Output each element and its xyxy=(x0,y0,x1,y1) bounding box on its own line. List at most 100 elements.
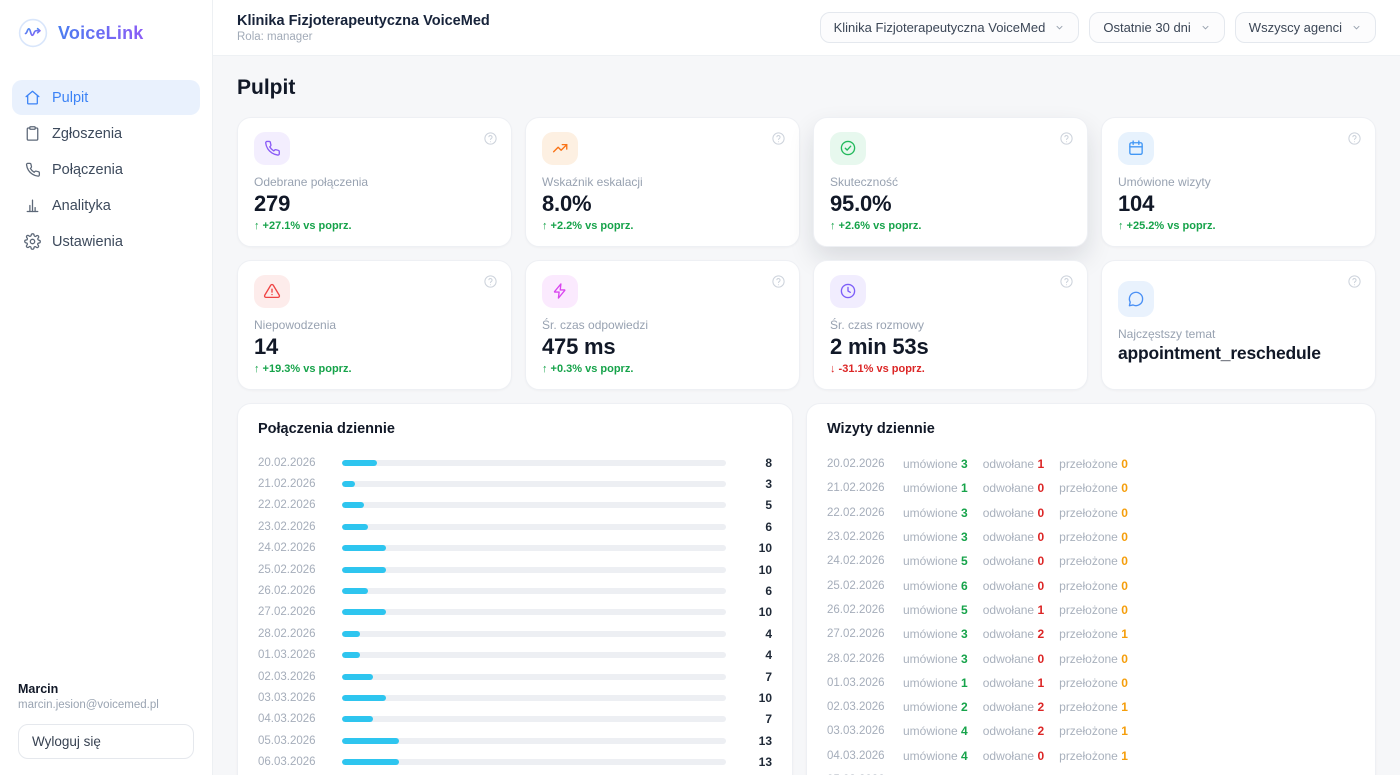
visit-stat-label: odwołane xyxy=(983,579,1034,593)
sidebar-item-pulpit[interactable]: Pulpit xyxy=(12,80,200,115)
visit-stat-value: 0 xyxy=(1037,579,1044,593)
visit-stat-label: przełożone xyxy=(1059,579,1118,593)
visit-stat-label: odwołane xyxy=(983,700,1034,714)
calls-row-value: 6 xyxy=(736,584,772,598)
help-icon[interactable] xyxy=(483,274,498,289)
calls-row-date: 23.02.2026 xyxy=(258,521,332,533)
calls-row-date: 24.02.2026 xyxy=(258,542,332,554)
calls-row-value: 7 xyxy=(736,712,772,726)
logout-button[interactable]: Wyloguj się xyxy=(18,724,194,759)
help-icon[interactable] xyxy=(771,274,786,289)
topbar-title-block: Klinika Fizjoterapeutyczna VoiceMed Rola… xyxy=(237,13,490,43)
visit-stat-umowione: umówione 1 xyxy=(903,676,968,690)
calls-row-value: 10 xyxy=(736,691,772,705)
sidebar-item-zgloszenia[interactable]: Zgłoszenia xyxy=(12,116,200,151)
clock-icon xyxy=(830,275,866,308)
sidebar-footer: Marcin marcin.jesion@voicemed.pl Wyloguj… xyxy=(12,682,200,759)
visit-stat-label: przełożone xyxy=(1059,652,1118,666)
calls-row-value: 13 xyxy=(736,734,772,748)
calls-row-date: 01.03.2026 xyxy=(258,649,332,661)
kpi-card-answered-calls: Odebrane połączenia279↑ +27.1% vs poprz. xyxy=(237,117,512,247)
sidebar-item-polaczenia[interactable]: Połączenia xyxy=(12,152,200,187)
visits-row-date: 02.03.2026 xyxy=(827,701,903,713)
visits-row-date: 04.03.2026 xyxy=(827,750,903,762)
filter-dropdown-date-range[interactable]: Ostatnie 30 dni xyxy=(1089,12,1224,43)
kpi-delta: ↑ +27.1% vs poprz. xyxy=(254,221,495,232)
visit-stat-value: 5 xyxy=(961,603,968,617)
calls-row-value: 6 xyxy=(736,520,772,534)
calls-row-date: 27.02.2026 xyxy=(258,606,332,618)
calls-bar xyxy=(342,759,399,765)
page-title: Pulpit xyxy=(237,76,1376,100)
visit-stat-label: umówione xyxy=(903,579,958,593)
visit-stat-value: 2 xyxy=(1037,627,1044,641)
calls-row-value: 10 xyxy=(736,541,772,555)
visit-stat-odwolane: odwołane 0 xyxy=(983,579,1044,593)
visit-stat-value: 0 xyxy=(1121,579,1128,593)
sidebar-item-analityka[interactable]: Analityka xyxy=(12,188,200,223)
visit-stat-value: 1 xyxy=(1121,627,1128,641)
help-icon[interactable] xyxy=(1059,131,1074,146)
calls-bar xyxy=(342,695,386,701)
kpi-label: Najczęstszy temat xyxy=(1118,328,1359,341)
visits-row: 20.02.2026umówione 3odwołane 1przełożone… xyxy=(827,452,1355,476)
arrow-up-icon: ↑ xyxy=(542,363,548,375)
calls-row: 24.02.2026 10 xyxy=(258,538,772,559)
filter-dropdown-agents[interactable]: Wszyscy agenci xyxy=(1235,12,1376,43)
kpi-label: Odebrane połączenia xyxy=(254,176,495,189)
visit-stat-label: odwołane xyxy=(983,603,1034,617)
help-icon[interactable] xyxy=(771,131,786,146)
calls-bar xyxy=(342,502,364,508)
calls-bar-track xyxy=(342,759,726,765)
main-area: Klinika Fizjoterapeutyczna VoiceMed Rola… xyxy=(213,0,1400,775)
visit-stat-umowione: umówione 5 xyxy=(903,554,968,568)
visit-stat-label: umówione xyxy=(903,724,958,738)
visit-stat-umowione: umówione 3 xyxy=(903,530,968,544)
visit-stat-label: umówione xyxy=(903,530,958,544)
sidebar-nav: Pulpit Zgłoszenia PołączeniaAnalityka Ustaw… xyxy=(12,80,200,259)
sidebar-item-label: Ustawienia xyxy=(52,234,123,250)
calls-bar-track xyxy=(342,609,726,615)
kpi-delta: ↑ +0.3% vs poprz. xyxy=(542,364,783,375)
chat-icon xyxy=(1118,281,1154,317)
visit-stat-przelozone: przełożone 1 xyxy=(1059,749,1128,763)
help-icon[interactable] xyxy=(1347,274,1362,289)
visit-stat-label: odwołane xyxy=(983,506,1034,520)
visit-stat-value: 1 xyxy=(961,481,968,495)
logo: VoiceLink xyxy=(12,18,200,48)
arrow-up-icon: ↑ xyxy=(254,363,260,375)
arrow-up-icon: ↑ xyxy=(1118,220,1124,232)
calls-row-value: 7 xyxy=(736,670,772,684)
calls-row-date: 04.03.2026 xyxy=(258,713,332,725)
visit-stat-przelozone: przełożone 1 xyxy=(1059,627,1128,641)
calls-row: 03.03.202610 xyxy=(258,687,772,708)
visit-stat-label: odwołane xyxy=(983,457,1034,471)
filter-dropdown-clinic[interactable]: Klinika Fizjoterapeutyczna VoiceMed xyxy=(820,12,1080,43)
kpi-delta: ↑ +19.3% vs poprz. xyxy=(254,364,495,375)
visit-stat-przelozone: przełożone 0 xyxy=(1059,481,1128,495)
calls-bar-track xyxy=(342,738,726,744)
phone-icon xyxy=(254,132,290,165)
visit-stat-value: 0 xyxy=(1037,481,1044,495)
kpi-card-effectiveness: Skuteczność95.0%↑ +2.6% vs poprz. xyxy=(813,117,1088,247)
visits-row: 28.02.2026umówione 3odwołane 0przełożone… xyxy=(827,646,1355,670)
user-email: marcin.jesion@voicemed.pl xyxy=(18,699,194,711)
filter-value: Ostatnie 30 dni xyxy=(1103,20,1190,35)
kpi-value: appointment_reschedule xyxy=(1118,345,1359,363)
sidebar-item-label: Zgłoszenia xyxy=(52,126,122,142)
visit-stat-value: 0 xyxy=(1121,457,1128,471)
help-icon[interactable] xyxy=(1059,274,1074,289)
visits-row-date: 20.02.2026 xyxy=(827,458,903,470)
help-icon[interactable] xyxy=(483,131,498,146)
visit-stat-label: przełożone xyxy=(1059,627,1118,641)
visits-row-date: 26.02.2026 xyxy=(827,604,903,616)
calls-bar-track xyxy=(342,545,726,551)
visit-stat-umowione: umówione 3 xyxy=(903,652,968,666)
help-icon[interactable] xyxy=(1347,131,1362,146)
visit-stat-label: umówione xyxy=(903,506,958,520)
calls-row: 28.02.20264 xyxy=(258,623,772,644)
visit-stat-odwolane: odwołane 0 xyxy=(983,652,1044,666)
kpi-value: 475 ms xyxy=(542,336,783,358)
sidebar-item-ustawienia[interactable]: Ustawienia xyxy=(12,224,200,259)
visit-stat-umowione: umówione 6 xyxy=(903,579,968,593)
